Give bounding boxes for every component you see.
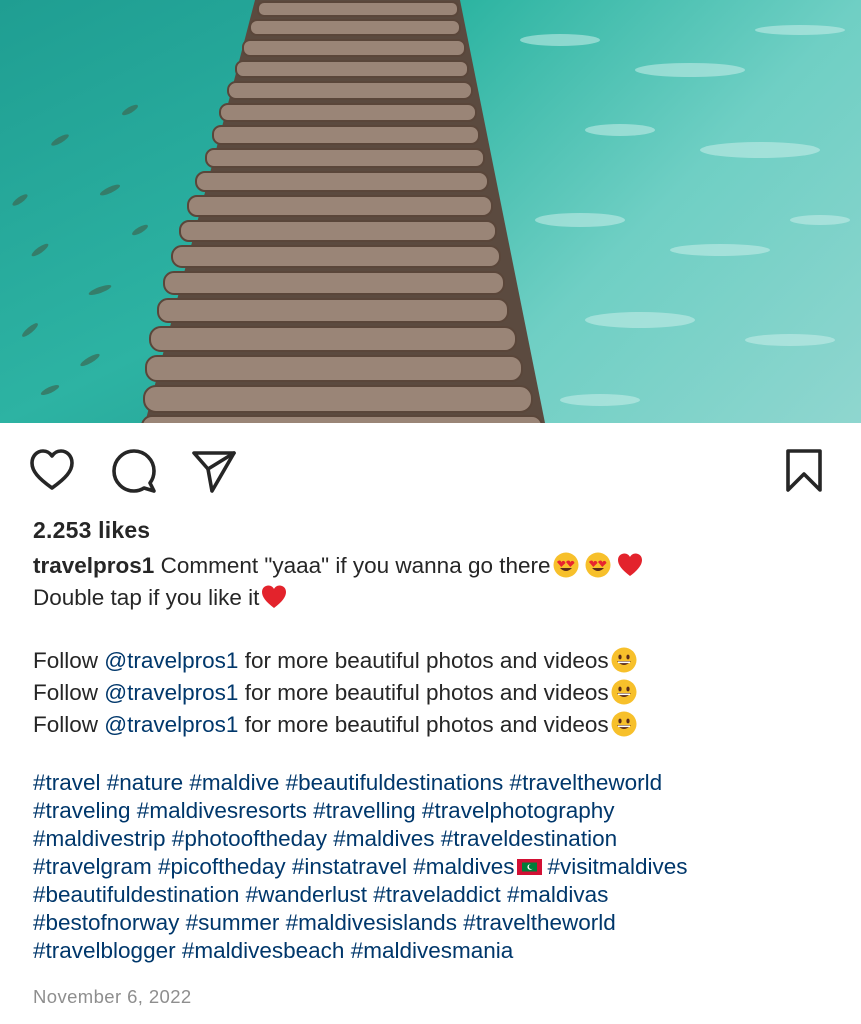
- heart-eyes-emoji: [553, 552, 579, 578]
- mention-link[interactable]: @travelpros1: [104, 680, 238, 705]
- speech-bubble-icon: [112, 449, 156, 493]
- grinning-emoji: [611, 679, 637, 705]
- follow-line: Follow @travelpros1 for more beautiful p…: [33, 677, 833, 709]
- follow-prefix: Follow: [33, 712, 105, 737]
- paper-plane-icon: [192, 451, 236, 493]
- hashtag-line[interactable]: #maldivestrip #photooftheday #maldives #…: [33, 825, 833, 853]
- red-heart-emoji: [617, 552, 643, 578]
- mention-link[interactable]: @travelpros1: [104, 648, 238, 673]
- save-button[interactable]: [780, 447, 828, 495]
- grinning-emoji: [611, 647, 637, 673]
- post-date: November 6, 2022: [33, 986, 192, 1007]
- follow-suffix: for more beautiful photos and videos: [238, 680, 609, 705]
- caption-text: Comment "yaaa" if you wanna go there: [160, 553, 551, 578]
- hashtag-line[interactable]: #bestofnorway #summer #maldivesislands #…: [33, 909, 833, 937]
- boardwalk-water-image: [0, 0, 861, 423]
- post-photo[interactable]: [0, 0, 861, 423]
- hashtag-line[interactable]: #traveling #maldivesresorts #travelling …: [33, 797, 833, 825]
- caption-line-1: travelpros1 Comment "yaaa" if you wanna …: [33, 550, 833, 582]
- hashtag-line[interactable]: #travelblogger #maldivesbeach #maldivesm…: [33, 937, 833, 965]
- follow-line: Follow @travelpros1 for more beautiful p…: [33, 645, 833, 677]
- caption-username[interactable]: travelpros1: [33, 553, 154, 578]
- hashtag-line[interactable]: #beautifuldestination #wanderlust #trave…: [33, 881, 833, 909]
- follow-prefix: Follow: [33, 648, 105, 673]
- grinning-emoji: [611, 711, 637, 737]
- post-action-bar: [0, 447, 861, 495]
- mention-link[interactable]: @travelpros1: [104, 712, 238, 737]
- red-heart-emoji: [261, 584, 287, 610]
- heart-outline-icon: [30, 449, 74, 490]
- hashtag-group[interactable]: #travelgram #picoftheday #instatravel #m…: [33, 854, 515, 879]
- likes-count[interactable]: 2.253 likes: [33, 517, 150, 544]
- follow-line: Follow @travelpros1 for more beautiful p…: [33, 709, 833, 741]
- hashtag[interactable]: #visitmaldives: [548, 854, 688, 879]
- hashtag-line[interactable]: #travel #nature #maldive #beautifuldesti…: [33, 769, 833, 797]
- share-button[interactable]: [190, 447, 238, 495]
- post-caption: travelpros1 Comment "yaaa" if you wanna …: [33, 550, 833, 965]
- hashtag-line-with-flag: #travelgram #picoftheday #instatravel #m…: [33, 853, 833, 881]
- hashtags: #travel #nature #maldive #beautifuldesti…: [33, 769, 833, 965]
- follow-prefix: Follow: [33, 680, 105, 705]
- follow-suffix: for more beautiful photos and videos: [238, 648, 609, 673]
- follow-suffix: for more beautiful photos and videos: [238, 712, 609, 737]
- heart-eyes-emoji: [585, 552, 611, 578]
- maldives-flag-emoji: [516, 859, 542, 875]
- caption-text: Double tap if you like it: [33, 585, 260, 610]
- caption-line-2: Double tap if you like it: [33, 582, 833, 614]
- comment-button[interactable]: [110, 447, 158, 495]
- like-button[interactable]: [28, 447, 76, 495]
- bookmark-icon: [786, 449, 822, 492]
